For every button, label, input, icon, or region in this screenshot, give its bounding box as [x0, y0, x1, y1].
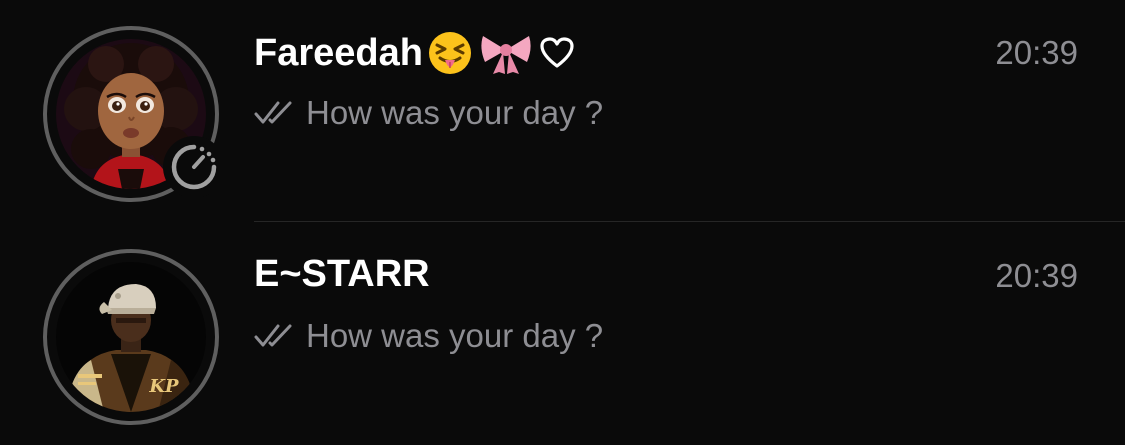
avatar[interactable] [43, 26, 225, 202]
pink-ribbon-bow-icon [477, 30, 535, 76]
squinting-face-with-tongue-icon [427, 30, 473, 76]
message-time: 20:39 [995, 257, 1078, 294]
avatar[interactable]: KP [43, 249, 219, 425]
chat-row-fareedah[interactable]: Fareedah 20:39 How was your day ? [0, 0, 1125, 222]
row-divider [254, 221, 1125, 222]
jacket-letters: KP [148, 376, 179, 397]
chat-row-e-starr[interactable]: KP E~STARR 20:39 How was your day ? [0, 223, 1125, 445]
message-preview-text: How was your day ? [306, 94, 604, 131]
contact-name: E~STARR [254, 253, 430, 296]
man-in-varsity-jacket-avatar: KP [56, 262, 206, 412]
message-preview: How was your day ? [254, 94, 603, 132]
contact-name-text: E~STARR [254, 253, 430, 295]
double-check-icon [254, 100, 294, 126]
white-heart-icon [539, 36, 575, 70]
status-timer-icon [163, 136, 225, 198]
message-preview: How was your day ? [254, 317, 603, 355]
double-check-icon [254, 323, 294, 349]
contact-name: Fareedah [254, 30, 575, 76]
contact-name-text: Fareedah [254, 31, 423, 74]
message-preview-text: How was your day ? [306, 317, 604, 354]
message-time: 20:39 [995, 34, 1078, 71]
